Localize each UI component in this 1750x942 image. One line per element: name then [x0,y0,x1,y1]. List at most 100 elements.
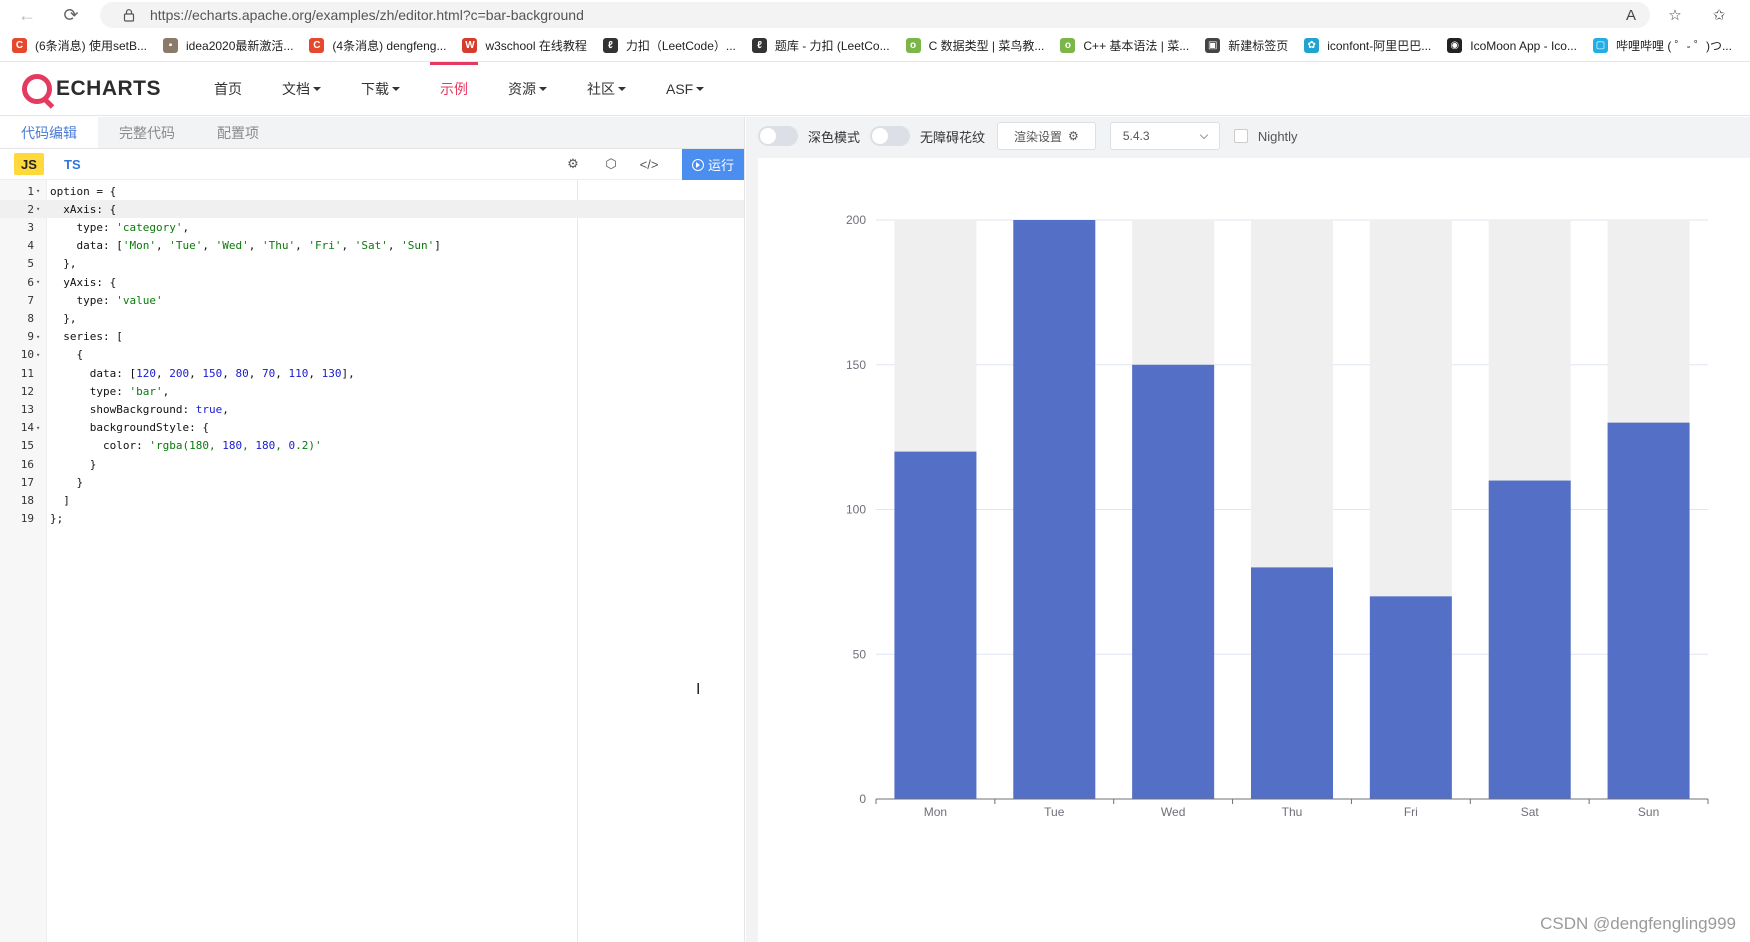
code-line[interactable]: 14 ▾ backgroundStyle: { [0,419,744,437]
nav-menu-label: 资源 [508,80,536,97]
code-text: }, [50,311,77,325]
bookmark-item[interactable]: ✿ iconfont-阿里巴巴... [1304,37,1431,54]
nav-menu-item[interactable]: 文档 [262,62,341,116]
code-line[interactable]: 8 }, [0,309,744,327]
chevron-down-icon [1199,130,1209,139]
code-line[interactable]: 2 ▾ xAxis: { [0,200,744,219]
code-line[interactable]: 11 data: [120, 200, 150, 80, 70, 110, 13… [0,364,744,382]
nav-menu-item[interactable]: 下载 [341,62,420,116]
bookmark-item[interactable]: ℓ 题库 - 力扣 (LeetCo... [751,37,890,54]
fold-arrow-icon[interactable]: ▾ [36,187,45,195]
preview-toolbar: 深色模式 无障碍花纹 渲染设置 ⚙ 5.4.3 Nightly [746,117,1750,155]
line-number: 5 [27,257,34,271]
add-favorite-icon[interactable]: ☆ [1664,4,1686,26]
bookmark-item[interactable]: Ww3school 在线教程 [462,37,587,54]
line-number: 2 [27,202,34,216]
bar [1013,220,1096,799]
code-text: data: ['Mon', 'Tue', 'Wed', 'Thu', 'Fri'… [50,239,441,253]
code-text: } [50,457,97,471]
code-line[interactable]: 12 type: 'bar', [0,382,744,400]
run-button[interactable]: 运行 [682,149,744,180]
fold-arrow-icon[interactable]: ▾ [36,205,45,213]
lock-icon [123,9,135,22]
decal-label: 无障碍花纹 [920,129,986,145]
render-settings-button[interactable]: 渲染设置 ⚙ [997,122,1096,150]
leetcode-icon: ℓ [602,38,618,53]
nav-menu-item[interactable]: 社区 [567,62,646,116]
address-bar[interactable]: https://echarts.apache.org/examples/zh/e… [100,2,1650,28]
nav-menu-label: 首页 [214,80,242,97]
code-line[interactable]: 17 } [0,473,744,491]
x-tick-label: Mon [924,805,947,819]
bookmark-label: C++ 基本语法 | 菜... [1083,39,1190,53]
bookmark-item[interactable]: ▣ 新建标签页 [1205,37,1288,54]
preview-panel: 深色模式 无障碍花纹 渲染设置 ⚙ 5.4.3 Nightly 0 50 100 15… [746,117,1750,942]
bookmark-item[interactable]: o C 数据类型 | 菜鸟教... [905,37,1044,54]
back-arrow-icon[interactable]: ← [12,0,42,30]
code-line[interactable]: 3 type: 'category', [0,218,744,236]
newtab-icon: ▣ [1205,38,1221,53]
bookmark-item[interactable]: o C++ 基本语法 | 菜... [1060,37,1189,54]
editor-tab[interactable]: 代码编辑 [0,117,98,148]
code-line[interactable]: 5 }, [0,255,744,273]
iconfont-icon: ✿ [1304,38,1320,53]
render-settings-label: 渲染设置 [1014,129,1063,144]
dark-mode-toggle[interactable] [758,126,798,146]
code-line[interactable]: 9 ▾ series: [ [0,328,744,346]
bookmark-label: iconfont-阿里巴巴... [1327,39,1432,53]
fold-arrow-icon[interactable]: ▾ [36,424,45,432]
echarts-logo[interactable]: ECHARTS [22,73,162,104]
code-area[interactable]: 1 ▾ option = {2 ▾ xAxis: {3 type: 'category… [0,180,744,942]
code-line[interactable]: 7 type: 'value' [0,291,744,309]
lang-ts-button[interactable]: TS [64,153,81,175]
code-text: } [50,475,84,489]
bookmark-item[interactable]: ▢ 哔哩哔哩 ( ゜- ゜)つ... [1592,37,1732,54]
code-view-icon[interactable]: </> [640,155,659,173]
nav-menu-label: 下载 [361,80,389,97]
read-aloud-icon[interactable]: A [1620,4,1642,26]
code-line[interactable]: 19}; [0,510,744,528]
code-text: }, [50,257,77,271]
bookmark-item[interactable]: ℓ 力扣（LeetCode）... [602,37,736,54]
3d-box-icon[interactable]: ⬡ [602,155,620,173]
lang-js-button[interactable]: JS [14,153,44,175]
favorites-icon[interactable]: ✩ [1708,4,1730,26]
nav-menu-label: 示例 [440,80,468,97]
editor-tab[interactable]: 完整代码 [98,117,196,148]
code-line[interactable]: 15 color: 'rgba(180, 180, 180, 0.2)' [0,437,744,455]
version-select[interactable]: 5.4.3 [1109,122,1220,150]
bookmark-item[interactable]: C (4条消息) dengfeng... [309,37,446,54]
code-line[interactable]: 18 ] [0,491,744,509]
code-text: showBackground: true, [50,402,229,416]
fold-arrow-icon[interactable]: ▾ [36,278,45,286]
bar-chart: 0 50 100 150 200 Mon Tue Wed Thu Fri Sat Sun [846,213,1709,819]
bookmark-item[interactable]: ▪ idea2020最新激活... [163,37,293,54]
nightly-checkbox[interactable] [1233,129,1248,143]
format-code-icon[interactable]: ⚙ [564,155,582,173]
nav-menu-item[interactable]: 首页 [194,62,262,116]
bookmarks-bar: C (6条消息) 使用setB... ▪ idea2020最新激活... C (4条消息)… [0,30,1750,62]
code-line[interactable]: 16 } [0,455,744,473]
code-text: yAxis: { [50,275,117,289]
bookmark-item[interactable]: ◉ IcoMoon App - Ico... [1447,38,1577,53]
nav-menu-item[interactable]: 资源 [488,62,567,116]
bookmark-item[interactable]: C (6条消息) 使用setB... [12,37,147,54]
code-line[interactable]: 1 ▾ option = { [0,182,744,200]
x-tick-label: Wed [1161,805,1185,819]
code-line[interactable]: 6 ▾ yAxis: { [0,273,744,291]
code-line[interactable]: 13 showBackground: true, [0,400,744,418]
reload-icon[interactable]: ⟳ [56,0,86,30]
bookmark-label: 哔哩哔哩 ( ゜- ゜)つ... [1615,39,1732,53]
code-text: series: [ [50,330,123,344]
editor-tab[interactable]: 配置项 [196,117,280,148]
nav-menu-label: 文档 [282,80,310,97]
decal-toggle[interactable] [870,126,911,146]
code-text: option = { [50,184,117,198]
code-line[interactable]: 4 data: ['Mon', 'Tue', 'Wed', 'Thu', 'Fr… [0,237,744,255]
y-tick-label: 50 [853,647,867,661]
fold-arrow-icon[interactable]: ▾ [36,351,45,359]
nav-menu-item[interactable]: ASF [646,62,724,116]
code-line[interactable]: 10 ▾ { [0,346,744,364]
fold-arrow-icon[interactable]: ▾ [36,333,45,341]
nav-menu-item[interactable]: 示例 [420,61,488,116]
